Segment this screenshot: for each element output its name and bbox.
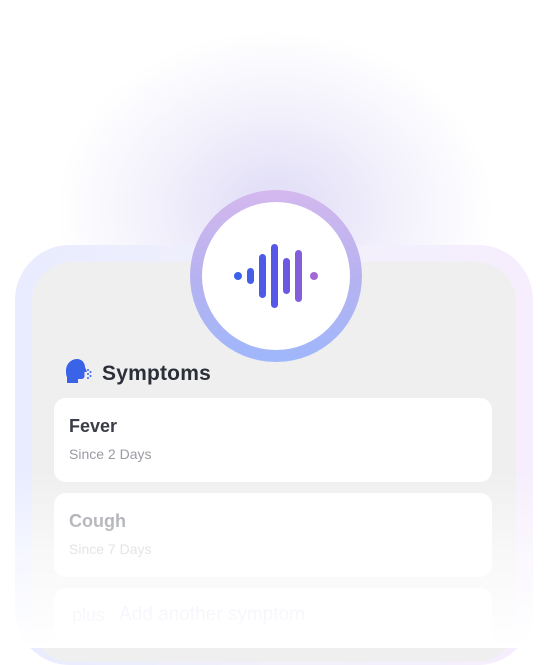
voice-waveform-icon bbox=[234, 244, 318, 308]
voice-input-button[interactable] bbox=[190, 190, 362, 362]
voice-input-inner bbox=[202, 202, 350, 350]
plus-icon: plus bbox=[72, 604, 106, 625]
symptom-name: Cough bbox=[69, 511, 126, 531]
add-symptom-button[interactable]: plus Add another symptom bbox=[72, 604, 305, 626]
symptom-name: Fever bbox=[69, 416, 118, 436]
person-speaking-icon bbox=[64, 358, 92, 390]
section-title: Symptoms bbox=[102, 362, 211, 385]
add-symptom-label: Add another symptom bbox=[119, 604, 305, 625]
symptom-card-cough[interactable]: Cough Since 7 Days bbox=[54, 493, 492, 577]
symptom-card-fever[interactable]: Fever Since 2 Days bbox=[54, 398, 492, 482]
symptom-duration: Since 2 Days bbox=[69, 446, 152, 462]
symptom-duration: Since 7 Days bbox=[69, 541, 152, 557]
section-header: Symptoms bbox=[64, 358, 211, 390]
